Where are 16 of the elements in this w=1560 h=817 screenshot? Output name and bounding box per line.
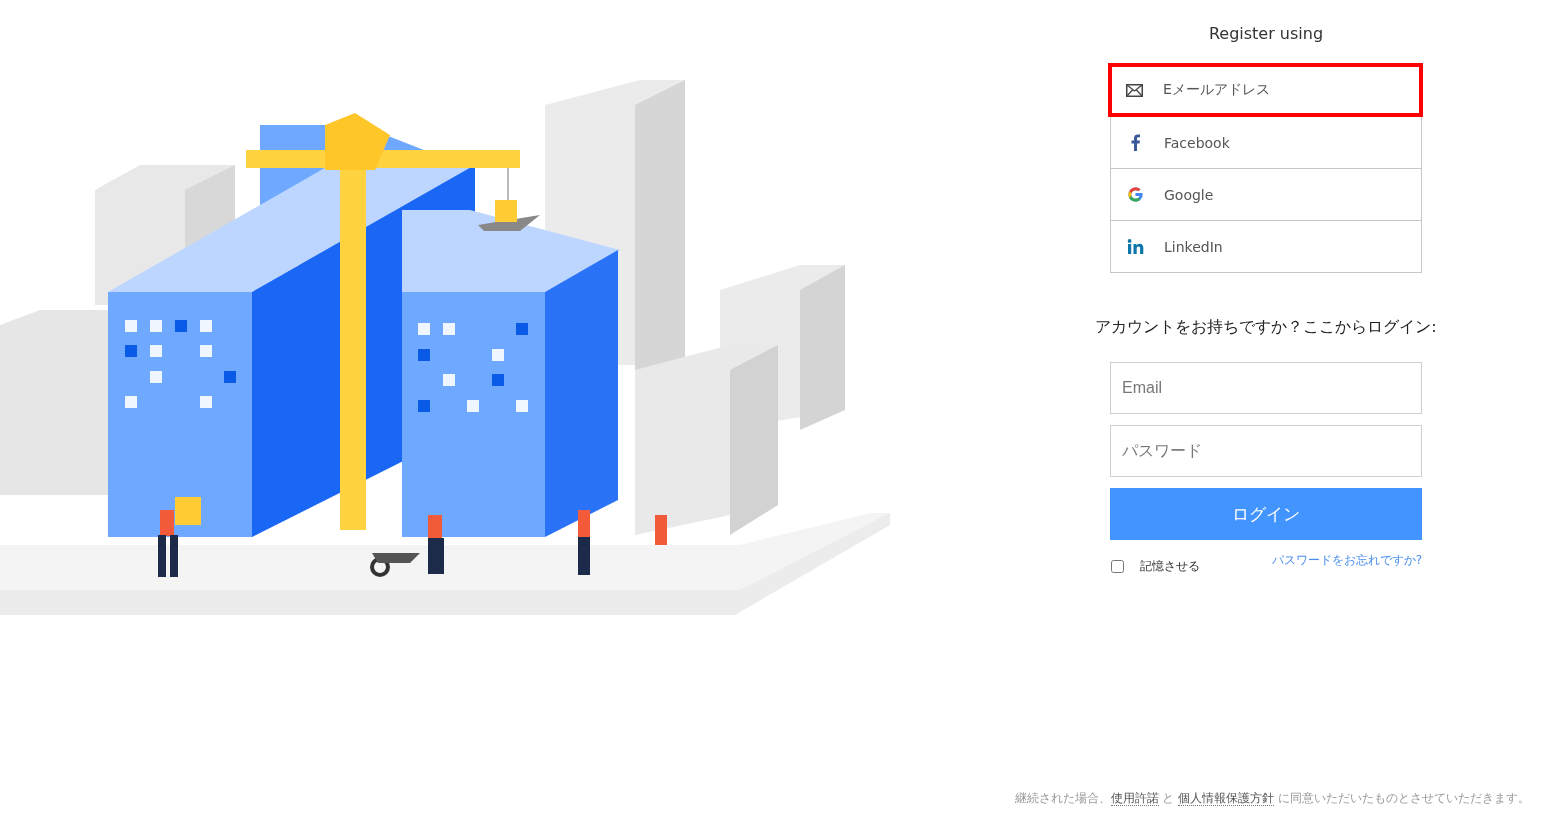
privacy-policy-link[interactable]: 個人情報保護方針 [1178,791,1275,806]
remember-label: 記憶させる [1140,558,1200,575]
register-option[interactable]: Eメールアドレス [1108,63,1423,117]
register-heading: Register using [1207,24,1325,43]
register-option[interactable]: LinkedIn [1110,221,1422,273]
google-icon [1127,186,1144,203]
register-option[interactable]: Facebook [1110,117,1422,169]
terms-link[interactable]: 使用許諾 [1110,791,1159,806]
consent-notice: 継続された場合、使用許諾 と 個人情報保護方針 に同意いただいたものとさせていただきます。 [1014,790,1530,807]
envelope-icon [1126,83,1143,97]
login-heading: アカウントをお持ちですか？ここからログイン: [1094,317,1438,338]
linkedin-icon [1127,239,1144,254]
password-field[interactable]: パスワード [1110,425,1422,477]
remember-checkbox[interactable] [1111,560,1124,573]
register-option[interactable]: Google [1110,169,1422,221]
email-field[interactable]: Email [1110,362,1422,414]
